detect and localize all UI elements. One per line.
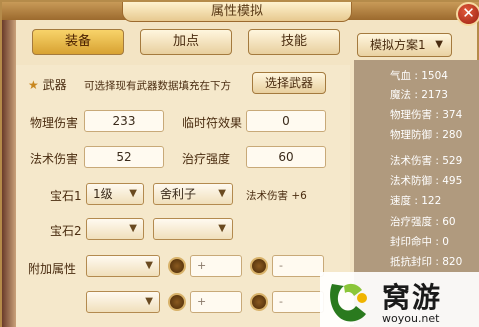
gem1-level-select[interactable]: 1级 ▼ — [86, 183, 144, 205]
stat-row: 法术防御 : 495 — [390, 175, 463, 187]
gem2-label: 宝石2 — [50, 224, 82, 238]
chevron-down-icon: ▼ — [218, 188, 226, 199]
physical-damage-field[interactable]: 233 — [84, 110, 164, 132]
stat-row: 法术伤害 : 529 — [390, 155, 463, 167]
star-icon: ★ — [28, 78, 39, 92]
extra-attr-select-2[interactable]: ▼ — [86, 291, 160, 313]
stat-row: 魔法 : 2173 — [390, 89, 448, 101]
weapon-hint: 可选择现有武器数据填充在下方 — [84, 80, 231, 92]
stat-row: 气血 : 1504 — [390, 70, 448, 82]
attribute-sim-window: 属性模拟 ✕ 装备 加点 技能 模拟方案1 ▼ ★ 武器 可选择现有武器数据填充… — [0, 0, 479, 327]
chevron-down-icon: ▼ — [145, 296, 153, 307]
close-button[interactable]: ✕ — [456, 2, 479, 26]
gem1-level-value: 1级 — [93, 187, 113, 201]
temp-effect-field[interactable]: 0 — [246, 110, 326, 132]
close-icon: ✕ — [462, 4, 475, 22]
chevron-down-icon: ▼ — [145, 260, 153, 271]
attr-gem-slot-2[interactable] — [250, 257, 268, 275]
gem1-type-select[interactable]: 舍利子 ▼ — [153, 183, 233, 205]
gem1-effect: 法术伤害 +6 — [246, 190, 307, 202]
watermark-url: woyou.net — [382, 312, 440, 325]
stat-row: 物理防御 : 280 — [390, 129, 463, 141]
stat-row: 速度 : 122 — [390, 195, 442, 207]
background-strip — [2, 2, 16, 327]
gem1-type-value: 舍利子 — [160, 187, 197, 201]
stat-row: 封印命中 : 0 — [390, 236, 449, 248]
attr-minus-field-2[interactable]: - — [272, 291, 324, 313]
window-title: 属性模拟 — [122, 2, 352, 22]
woyou-logo-icon — [330, 283, 367, 322]
scheme-select-value: 模拟方案1 — [370, 38, 426, 52]
physical-damage-label: 物理伤害 — [30, 116, 79, 130]
attr-gem-slot-1[interactable] — [168, 257, 186, 275]
weapon-label-row: ★ 武器 — [28, 76, 67, 93]
attr-gem-slot-3[interactable] — [168, 293, 186, 311]
watermark-brand: 窝游 — [382, 281, 443, 314]
attr-plus-field-2[interactable]: + — [190, 291, 242, 313]
gem2-level-select[interactable]: ▼ — [86, 218, 144, 240]
heal-strength-label: 治疗强度 — [182, 152, 231, 166]
tab-points[interactable]: 加点 — [140, 29, 232, 55]
extra-attr-label: 附加属性 — [28, 262, 77, 276]
woyou-watermark: 窝游 woyou.net — [320, 272, 479, 327]
attr-gem-slot-4[interactable] — [250, 293, 268, 311]
tab-equipment[interactable]: 装备 — [32, 29, 124, 55]
attr-minus-field-1[interactable]: - — [272, 255, 324, 277]
chevron-down-icon: ▼ — [218, 223, 226, 234]
gem1-label: 宝石1 — [50, 189, 82, 203]
heal-strength-field[interactable]: 60 — [246, 146, 326, 168]
magic-damage-label: 法术伤害 — [30, 152, 79, 166]
chevron-down-icon: ▼ — [129, 188, 137, 199]
magic-damage-field[interactable]: 52 — [84, 146, 164, 168]
attr-plus-field-1[interactable]: + — [190, 255, 242, 277]
gem2-type-select[interactable]: ▼ — [153, 218, 233, 240]
chevron-down-icon: ▼ — [129, 223, 137, 234]
stat-row: 治疗强度 : 60 — [390, 216, 456, 228]
temp-effect-label: 临时符效果 — [182, 116, 243, 130]
chevron-down-icon: ▼ — [435, 39, 443, 50]
stat-row: 物理伤害 : 374 — [390, 109, 463, 121]
weapon-label: 武器 — [42, 78, 67, 92]
stat-row: 抵抗封印 : 820 — [390, 256, 463, 268]
extra-attr-select-1[interactable]: ▼ — [86, 255, 160, 277]
scheme-select[interactable]: 模拟方案1 ▼ — [357, 33, 452, 57]
select-weapon-button[interactable]: 选择武器 — [252, 72, 326, 94]
tab-skills[interactable]: 技能 — [248, 29, 340, 55]
